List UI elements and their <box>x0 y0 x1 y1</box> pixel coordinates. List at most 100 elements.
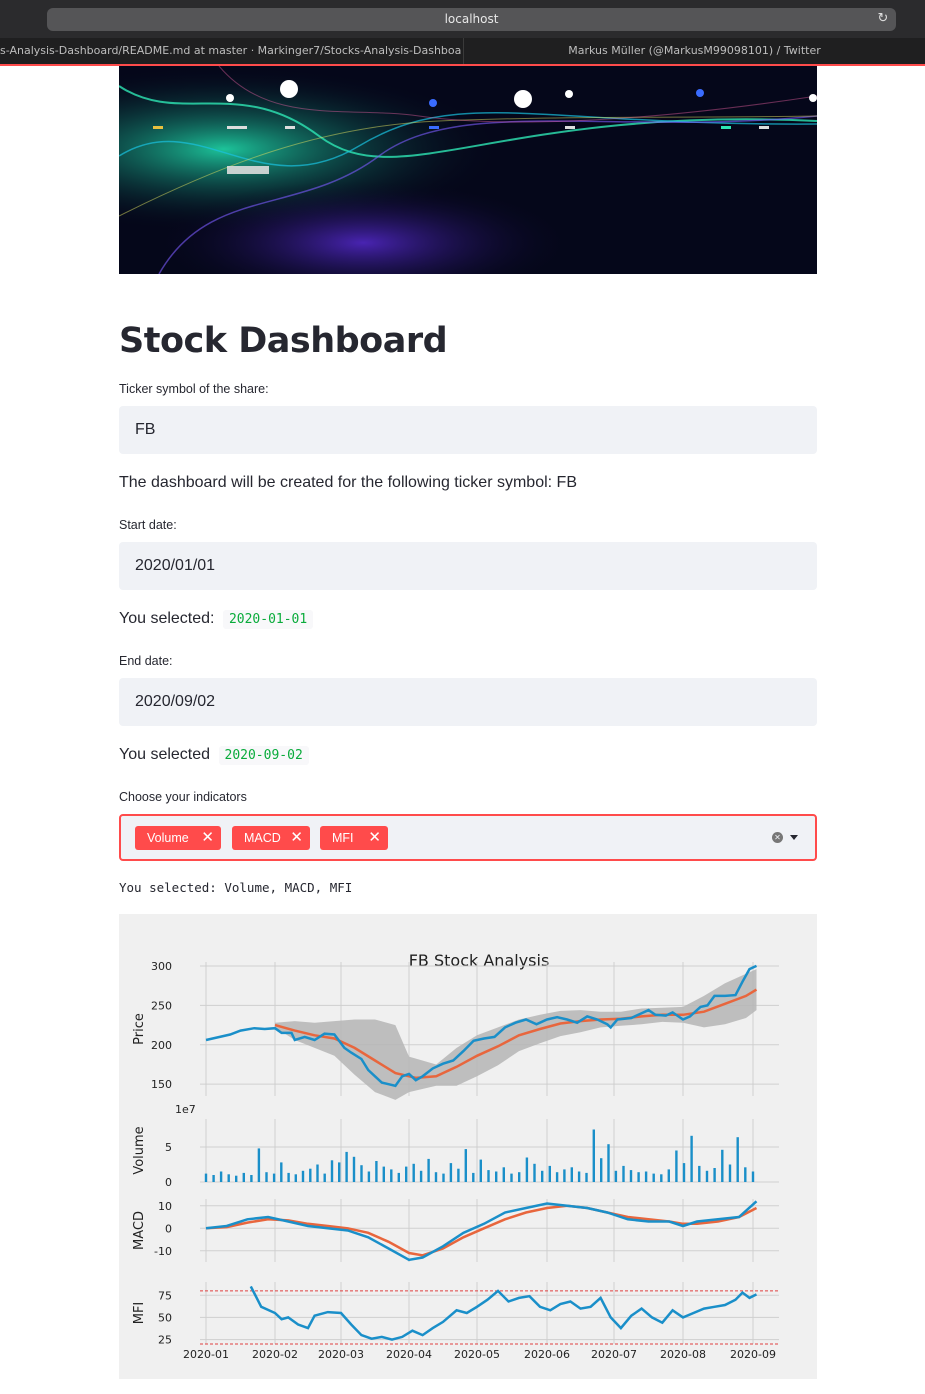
volume-bar <box>434 1172 438 1182</box>
tab-twitter[interactable]: Markus Müller (@MarkusM99098101) / Twitt… <box>463 38 925 64</box>
ticker-sentence: The dashboard will be created for the fo… <box>119 474 577 491</box>
volume-bar <box>338 1162 341 1182</box>
stock-chart: FB Stock Analysis150200250300Price05Volu… <box>132 951 779 1361</box>
end-date-label: End date: <box>119 654 173 668</box>
end-selected-code: 2020-09-02 <box>218 746 309 765</box>
y-tick-label: 150 <box>151 1078 172 1091</box>
volume-scale-label: 1e7 <box>175 1103 196 1116</box>
remove-icon[interactable]: ✕ <box>290 826 303 850</box>
volume-bar <box>675 1150 678 1182</box>
volume-bar <box>721 1149 724 1182</box>
y-axis-label: Volume <box>132 1126 147 1174</box>
ticker-label: Ticker symbol of the share: <box>119 382 269 396</box>
y-tick-label: 75 <box>158 1289 172 1302</box>
y-tick-label: 300 <box>151 960 172 973</box>
browser-toolbar: localhost ↻ <box>0 0 925 38</box>
ticker-input[interactable]: FB <box>119 406 817 454</box>
remove-icon[interactable]: ✕ <box>201 826 214 850</box>
y-axis-label: MFI <box>132 1302 147 1325</box>
y-tick-label: -10 <box>154 1245 172 1258</box>
volume-bar <box>744 1167 747 1182</box>
volume-bar <box>382 1166 385 1182</box>
volume-bar <box>510 1173 513 1182</box>
indicators-sentence: You selected: Volume, MACD, MFI <box>119 880 353 895</box>
volume-bar <box>652 1173 655 1182</box>
indicators-multiselect[interactable]: Volume ✕ MACD ✕ MFI ✕ ✕ <box>119 814 817 861</box>
start-date-label: Start date: <box>119 518 177 532</box>
volume-bar <box>405 1166 408 1182</box>
volume-bar <box>272 1173 276 1182</box>
x-tick-label: 2020-05 <box>454 1348 500 1361</box>
end-date-input[interactable]: 2020/09/02 <box>119 678 817 726</box>
volume-bar <box>250 1175 253 1182</box>
volume-bar <box>242 1172 245 1182</box>
url-text: localhost <box>444 12 499 26</box>
volume-bar <box>316 1164 319 1182</box>
remove-icon[interactable]: ✕ <box>368 826 381 850</box>
volume-bar <box>592 1129 595 1182</box>
volume-bar <box>257 1148 261 1182</box>
x-tick-label: 2020-03 <box>318 1348 364 1361</box>
end-selected-prefix: You selected <box>119 746 211 763</box>
url-bar[interactable]: localhost ↻ <box>47 8 896 31</box>
volume-bar <box>427 1158 430 1182</box>
x-tick-label: 2020-08 <box>660 1348 706 1361</box>
page-title: Stock Dashboard <box>119 321 448 361</box>
volume-bar <box>472 1172 475 1182</box>
volume-bar <box>736 1137 739 1182</box>
volume-bar <box>323 1173 326 1182</box>
x-tick-label: 2020-04 <box>386 1348 432 1361</box>
volume-bar <box>442 1173 445 1182</box>
volume-bar <box>219 1171 223 1182</box>
volume-bar <box>541 1170 544 1182</box>
y-axis-label: Price <box>132 1013 147 1045</box>
reload-icon[interactable]: ↻ <box>876 12 890 26</box>
volume-bar <box>555 1172 559 1182</box>
volume-bar <box>367 1171 371 1182</box>
indicators-label: Choose your indicators <box>119 790 247 804</box>
volume-bar <box>464 1149 467 1182</box>
volume-bar <box>682 1163 686 1182</box>
volume-bar <box>204 1173 208 1182</box>
volume-bar <box>487 1170 490 1182</box>
volume-bar <box>644 1171 648 1182</box>
clear-all-icon[interactable]: ✕ <box>772 832 783 843</box>
volume-bar <box>570 1167 573 1182</box>
volume-bar <box>235 1175 238 1182</box>
y-tick-label: 50 <box>158 1311 172 1324</box>
start-selected-prefix: You selected: <box>119 610 215 627</box>
bollinger-band <box>275 969 757 1100</box>
chip-macd[interactable]: MACD ✕ <box>232 826 310 850</box>
volume-bar <box>390 1169 393 1182</box>
chip-mfi[interactable]: MFI ✕ <box>320 826 388 850</box>
chip-volume[interactable]: Volume ✕ <box>135 826 221 850</box>
stock-chart-figure: FB Stock Analysis 150 200 250 300 Price 0 5 Volu… <box>119 914 817 1379</box>
volume-bar <box>525 1157 529 1182</box>
volume-bar <box>698 1165 701 1182</box>
y-tick-label: 0 <box>165 1222 172 1235</box>
volume-bar <box>660 1174 663 1182</box>
volume-bar <box>375 1161 378 1182</box>
volume-bar <box>309 1168 312 1182</box>
volume-bar <box>622 1165 625 1182</box>
chart-title: FB Stock Analysis <box>409 951 550 970</box>
volume-bar <box>352 1156 356 1182</box>
header-banner-image <box>119 66 817 274</box>
volume-bar <box>690 1135 693 1182</box>
tab-github-readme[interactable]: s-Analysis-Dashboard/README.md at master… <box>0 38 462 64</box>
volume-bar <box>449 1163 453 1182</box>
volume-bar <box>728 1164 732 1182</box>
start-date-selected: You selected: 2020-01-01 <box>119 610 314 629</box>
volume-bar <box>533 1163 536 1182</box>
volume-bar <box>614 1170 618 1182</box>
volume-bar <box>479 1159 482 1182</box>
volume-bar <box>294 1174 297 1182</box>
start-date-input[interactable]: 2020/01/01 <box>119 542 817 590</box>
volume-bar <box>495 1171 498 1182</box>
volume-bar <box>577 1171 581 1182</box>
y-tick-label: 0 <box>165 1176 172 1189</box>
volume-bar <box>518 1172 521 1182</box>
volume-bar <box>585 1172 588 1182</box>
volume-bar <box>502 1167 505 1182</box>
chevron-down-icon[interactable] <box>790 835 798 840</box>
